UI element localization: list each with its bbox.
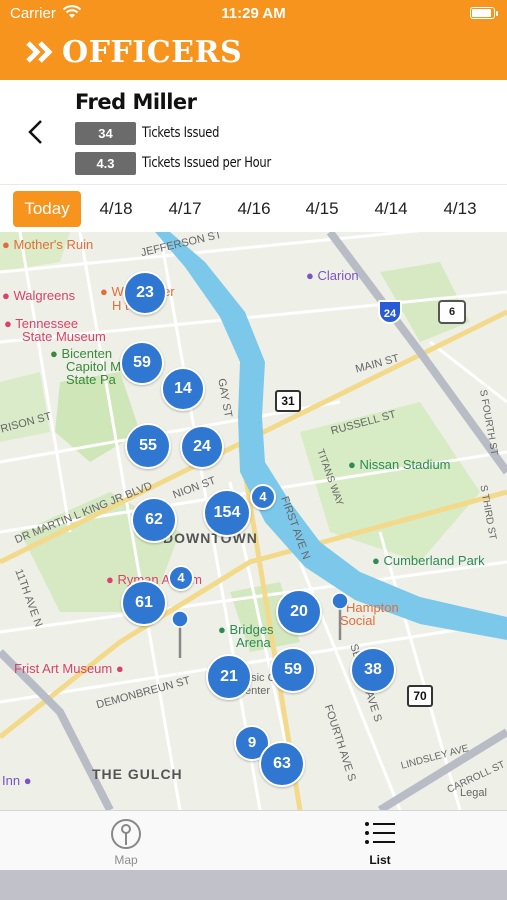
ticket-cluster[interactable]: 55	[125, 423, 171, 469]
tab-4-14[interactable]: 4/14	[367, 191, 415, 227]
officer-location-pin-icon[interactable]	[170, 610, 190, 665]
ticket-cluster[interactable]: 38	[350, 647, 396, 693]
officer-name: Fred Miller	[75, 90, 197, 114]
ticket-cluster[interactable]: 21	[206, 654, 252, 700]
poi-nissan: ● Nissan Stadium	[348, 457, 451, 472]
clock: 11:29 AM	[221, 5, 286, 22]
poi-mothers-ruin: ● Mother's Ruin	[2, 237, 94, 252]
tab-list-label: List	[369, 853, 391, 867]
poi-cumberland-label: Cumberland Park	[383, 553, 485, 568]
us-31-shield: 31	[275, 390, 301, 412]
tickets-per-hour-label: Tickets Issued per Hour	[142, 155, 271, 171]
tab-4-17[interactable]: 4/17	[161, 191, 209, 227]
double-chevron-icon	[26, 39, 54, 70]
home-indicator-area	[0, 870, 507, 900]
map-legal-link[interactable]: Legal	[460, 787, 487, 799]
poi-clarion-label: Clarion	[317, 268, 359, 283]
tickets-issued-value: 34	[75, 122, 136, 145]
ticket-cluster[interactable]: 63	[259, 741, 305, 787]
map-view[interactable]: ● Mother's Ruin JEFFERSON ST ● Walgreens…	[0, 232, 507, 810]
ticket-cluster[interactable]: 4	[168, 565, 194, 591]
area-downtown: DOWNTOWN	[163, 530, 258, 546]
ticket-cluster[interactable]: 62	[131, 497, 177, 543]
poi-tn-museum-2: State Museum	[22, 329, 106, 344]
status-bar: Carrier 11:29 AM	[0, 0, 507, 28]
tickets-issued-label: Tickets Issued	[142, 125, 220, 141]
tab-map-label: Map	[114, 853, 138, 867]
poi-clarion: ● Clarion	[306, 268, 359, 283]
tab-today[interactable]: Today	[13, 191, 81, 227]
tab-4-13[interactable]: 4/13	[436, 191, 484, 227]
ticket-cluster[interactable]: 154	[203, 489, 251, 537]
page-title: OFFICERS	[62, 35, 243, 70]
ticket-cluster[interactable]: 20	[276, 589, 322, 635]
area-the-gulch: THE GULCH	[92, 766, 183, 782]
poi-inn-label: Inn	[2, 773, 21, 788]
poi-cumberland: ● Cumberland Park	[372, 553, 485, 568]
list-icon	[364, 821, 396, 852]
poi-inn: Inn ●	[2, 773, 32, 788]
ticket-cluster[interactable]: 61	[121, 580, 167, 626]
officer-panel: Fred Miller 34 Tickets Issued 4.3 Ticket…	[0, 80, 507, 184]
ticket-cluster[interactable]: 23	[123, 271, 167, 315]
date-tabs: Today 4/18 4/17 4/16 4/15 4/14 4/13	[0, 184, 507, 232]
poi-walgreens-label: Walgreens	[13, 288, 76, 303]
tab-map[interactable]: Map	[66, 811, 186, 871]
ticket-cluster[interactable]: 4	[250, 484, 276, 510]
pin-icon	[110, 818, 142, 857]
app-header: OFFICERS	[0, 28, 507, 80]
ticket-cluster[interactable]: 14	[161, 367, 205, 411]
tab-4-16[interactable]: 4/16	[230, 191, 278, 227]
us-70-shield: 70	[407, 685, 433, 707]
route-6-shield: 6	[438, 300, 466, 324]
back-chevron-icon[interactable]	[25, 118, 47, 151]
bottom-tab-bar: Map List	[0, 810, 507, 870]
tab-4-15[interactable]: 4/15	[298, 191, 346, 227]
ticket-cluster[interactable]: 24	[180, 425, 224, 469]
ticket-cluster[interactable]: 59	[120, 341, 164, 385]
poi-frist: Frist Art Museum ●	[14, 661, 124, 676]
poi-walgreens: ● Walgreens	[2, 288, 76, 303]
tickets-per-hour-value: 4.3	[75, 152, 136, 175]
interstate-24-shield: 24	[378, 300, 402, 324]
ticket-cluster[interactable]: 59	[270, 647, 316, 693]
poi-bridgestone-2: Arena	[236, 635, 271, 650]
tab-list[interactable]: List	[320, 811, 440, 871]
battery-icon	[470, 7, 498, 19]
poi-bicentennial-3: State Pa	[66, 372, 116, 387]
poi-frist-label: Frist Art Museum	[14, 661, 113, 676]
tab-4-18[interactable]: 4/18	[92, 191, 140, 227]
poi-mothers-ruin-label: Mother's Ruin	[13, 237, 94, 252]
ticket-pin-icon[interactable]	[330, 592, 350, 647]
poi-nissan-label: Nissan Stadium	[359, 457, 451, 472]
